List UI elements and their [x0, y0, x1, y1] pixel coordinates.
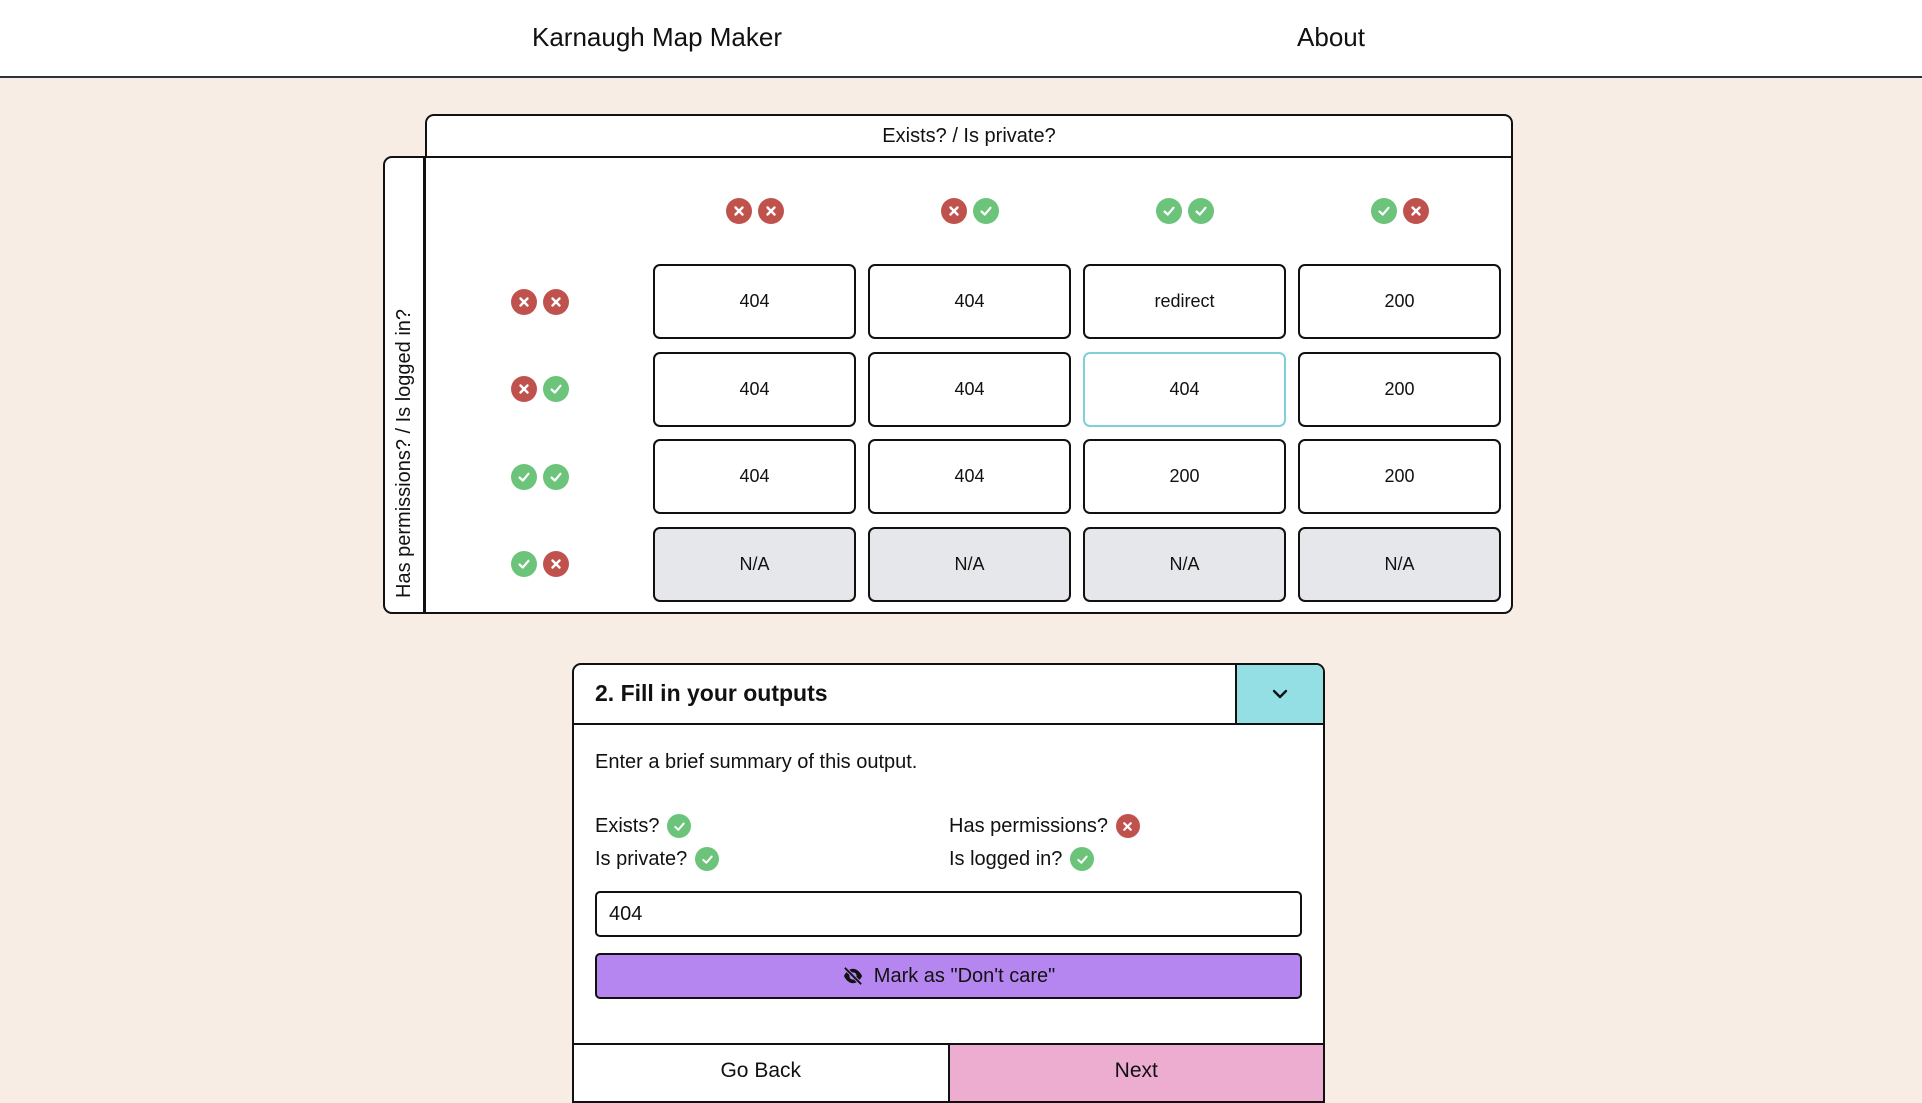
column-header-icons [1370, 198, 1429, 224]
x-icon [543, 288, 569, 315]
check-icon [511, 463, 537, 490]
map-cell[interactable]: 404 [653, 264, 856, 339]
x-icon [725, 198, 752, 224]
check-icon [1187, 198, 1214, 224]
x-icon [1115, 814, 1140, 838]
mark-dont-care-button[interactable]: Mark as "Don't care" [595, 953, 1302, 999]
map-cell[interactable]: 404 [1083, 351, 1286, 427]
panel-description: Enter a brief summary of this output. [595, 751, 918, 773]
row-axis-divider [423, 156, 426, 613]
x-icon [757, 198, 784, 224]
outputs-panel: 2. Fill in your outputs Enter a brief su… [572, 663, 1325, 1103]
check-icon [511, 551, 537, 577]
column-header-icons [725, 198, 784, 224]
map-cell[interactable]: 404 [653, 351, 856, 427]
map-cell[interactable]: 404 [868, 439, 1071, 514]
check-icon [543, 463, 569, 490]
map-cell[interactable]: N/A [653, 526, 856, 602]
map-cell[interactable]: 404 [868, 264, 1071, 339]
map-cell[interactable]: N/A [1083, 526, 1286, 602]
next-button[interactable]: Next [949, 1045, 1323, 1101]
chevron-down-icon [1272, 689, 1288, 699]
check-icon [1070, 847, 1095, 871]
map-cell[interactable]: N/A [868, 526, 1071, 602]
eye-slash-icon [843, 966, 863, 986]
mark-dont-care-label: Mark as "Don't care" [873, 964, 1056, 987]
collapse-toggle-button[interactable] [1235, 665, 1323, 723]
x-icon [511, 288, 537, 315]
x-icon [1402, 198, 1429, 224]
column-header-icons [940, 198, 999, 224]
row-header-icons [511, 376, 569, 402]
output-summary-input[interactable] [595, 891, 1302, 937]
map-cell[interactable]: 200 [1298, 351, 1501, 427]
check-icon [695, 847, 720, 871]
check-icon [543, 376, 569, 402]
attribute-is-private: Is private? [595, 847, 720, 871]
map-cell[interactable]: 200 [1083, 439, 1286, 514]
map-cell[interactable]: redirect [1083, 264, 1286, 339]
attribute-label: Exists? [595, 814, 660, 837]
x-icon [543, 551, 569, 577]
panel-title: 2. Fill in your outputs [595, 680, 828, 706]
row-axis-label: Has permissions? / Is logged in? [393, 308, 415, 598]
map-cell[interactable]: 200 [1298, 439, 1501, 514]
nav-home-link[interactable]: Karnaugh Map Maker [532, 22, 782, 53]
attribute-label: Is logged in? [949, 847, 1063, 870]
column-axis-label: Exists? / Is private? [882, 124, 1056, 147]
panel-header: 2. Fill in your outputs [574, 665, 1323, 725]
attribute-has-permissions: Has permissions? [949, 814, 1140, 838]
x-icon [511, 376, 537, 402]
row-header-icons [511, 288, 569, 315]
map-cell[interactable]: N/A [1298, 526, 1501, 602]
attribute-is-logged-in: Is logged in? [949, 847, 1095, 871]
row-header-icons [511, 463, 569, 490]
check-icon [972, 198, 999, 224]
row-header-icons [511, 551, 569, 577]
attribute-label: Has permissions? [949, 814, 1108, 837]
check-icon [1370, 198, 1397, 224]
go-back-button[interactable]: Go Back [574, 1045, 950, 1101]
top-nav: Karnaugh Map Maker About [0, 0, 1922, 78]
map-cell[interactable]: 200 [1298, 264, 1501, 339]
column-axis-header: Exists? / Is private? [425, 114, 1513, 156]
panel-footer: Go Back Next [574, 1043, 1323, 1101]
check-icon [1155, 198, 1182, 224]
attribute-label: Is private? [595, 847, 688, 870]
x-icon [940, 198, 967, 224]
map-cell[interactable]: 404 [868, 351, 1071, 427]
column-header-icons [1155, 198, 1214, 224]
check-icon [667, 814, 692, 838]
attribute-exists: Exists? [595, 814, 692, 838]
map-cell[interactable]: 404 [653, 439, 856, 514]
nav-about-link[interactable]: About [1297, 22, 1365, 53]
